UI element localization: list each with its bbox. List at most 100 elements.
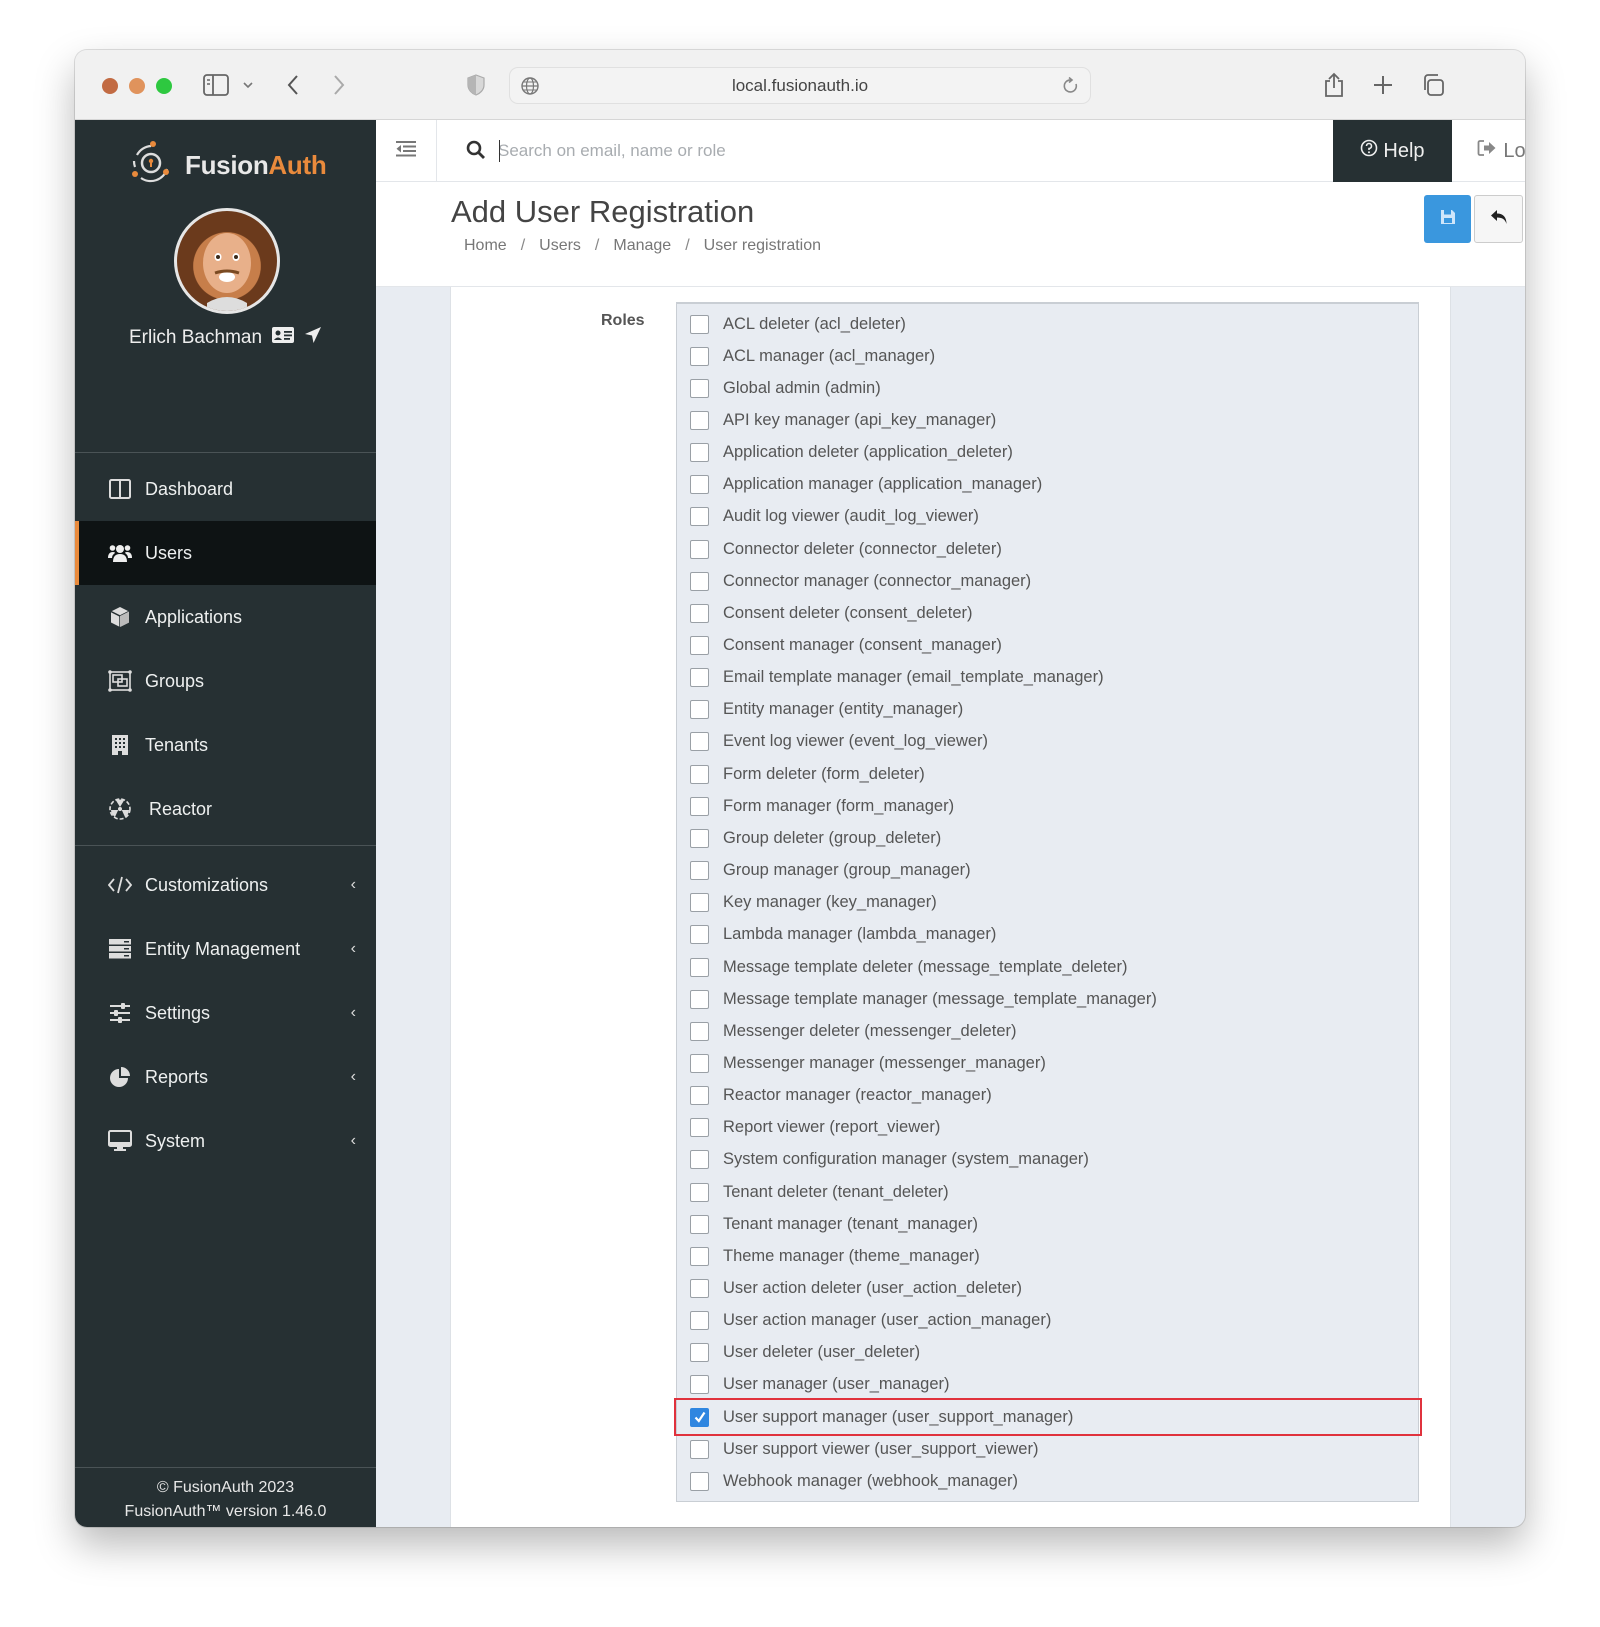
role-checkbox-row[interactable]: Global admin (admin) — [690, 373, 881, 403]
role-checkbox[interactable] — [690, 668, 709, 688]
role-checkbox[interactable] — [690, 507, 709, 527]
user-name[interactable]: Erlich Bachman — [129, 327, 262, 349]
role-checkbox[interactable] — [690, 700, 709, 720]
role-checkbox[interactable] — [690, 893, 709, 913]
role-checkbox[interactable] — [690, 443, 709, 463]
forward-arrow-icon[interactable] — [329, 68, 349, 102]
breadcrumb-users[interactable]: Users — [539, 237, 581, 255]
role-checkbox[interactable] — [690, 1118, 709, 1138]
menu-toggle-button[interactable] — [376, 120, 437, 182]
role-checkbox[interactable] — [690, 1311, 709, 1331]
sidebar-item-dashboard[interactable]: Dashboard — [75, 457, 376, 521]
role-checkbox-row[interactable]: Lambda manager (lambda_manager) — [690, 920, 996, 950]
role-checkbox-row[interactable]: Key manager (key_manager) — [690, 888, 937, 918]
role-checkbox[interactable] — [690, 1343, 709, 1363]
role-checkbox-row[interactable]: User deleter (user_deleter) — [690, 1338, 920, 1368]
role-checkbox-row[interactable]: User action manager (user_action_manager… — [690, 1306, 1051, 1336]
sidebar-item-system[interactable]: System ‹ — [75, 1109, 376, 1173]
back-button[interactable] — [1474, 195, 1523, 243]
role-checkbox-row[interactable]: Audit log viewer (audit_log_viewer) — [690, 502, 979, 532]
role-checkbox-row[interactable]: Webhook manager (webhook_manager) — [690, 1466, 1018, 1496]
role-checkbox[interactable] — [690, 314, 709, 334]
reload-icon[interactable] — [1062, 76, 1080, 101]
role-checkbox-row[interactable]: User support viewer (user_support_viewer… — [690, 1434, 1038, 1464]
save-button[interactable] — [1424, 195, 1471, 243]
role-checkbox-row[interactable]: Group deleter (group_deleter) — [690, 823, 941, 853]
role-checkbox[interactable] — [690, 732, 709, 752]
sidebar-item-reactor[interactable]: Reactor — [75, 777, 376, 841]
role-checkbox[interactable] — [690, 1053, 709, 1073]
privacy-shield-icon[interactable] — [466, 68, 486, 102]
close-window-button[interactable] — [102, 78, 118, 94]
role-checkbox[interactable] — [690, 1021, 709, 1041]
role-checkbox-row[interactable]: Group manager (group_manager) — [690, 856, 971, 886]
role-checkbox[interactable] — [690, 1086, 709, 1106]
role-checkbox[interactable] — [690, 1214, 709, 1234]
id-card-icon[interactable] — [272, 327, 295, 349]
minimize-window-button[interactable] — [129, 78, 145, 94]
role-checkbox-row[interactable]: Consent deleter (consent_deleter) — [690, 598, 972, 628]
logout-button[interactable]: Logout — [1452, 120, 1525, 182]
role-checkbox[interactable] — [690, 989, 709, 1009]
role-checkbox-row[interactable]: Tenant manager (tenant_manager) — [690, 1209, 978, 1239]
sidebar-toggle-icon[interactable] — [201, 68, 231, 102]
role-checkbox[interactable] — [690, 1150, 709, 1170]
sidebar-item-customizations[interactable]: Customizations ‹ — [75, 853, 376, 917]
role-checkbox-row[interactable]: Entity manager (entity_manager) — [690, 695, 963, 725]
role-checkbox-row[interactable]: Consent manager (consent_manager) — [690, 631, 1002, 661]
role-checkbox-row[interactable]: User manager (user_manager) — [690, 1370, 950, 1400]
role-checkbox-row[interactable]: Application deleter (application_deleter… — [690, 438, 1013, 468]
role-checkbox[interactable] — [690, 603, 709, 623]
role-checkbox-row[interactable]: Application manager (application_manager… — [690, 470, 1042, 500]
role-checkbox[interactable] — [690, 957, 709, 977]
role-checkbox-row[interactable]: Event log viewer (event_log_viewer) — [690, 727, 988, 757]
role-checkbox-row[interactable]: Report viewer (report_viewer) — [690, 1113, 940, 1143]
role-checkbox-row[interactable]: Message template manager (message_templa… — [690, 984, 1157, 1014]
role-checkbox[interactable] — [690, 1439, 709, 1459]
help-button[interactable]: Help — [1333, 120, 1452, 182]
role-checkbox[interactable] — [690, 346, 709, 366]
role-checkbox-row[interactable]: Connector deleter (connector_deleter) — [690, 534, 1002, 564]
sidebar-item-entity-management[interactable]: Entity Management ‹ — [75, 917, 376, 981]
role-checkbox[interactable] — [690, 796, 709, 816]
role-checkbox-row[interactable]: ACL deleter (acl_deleter) — [690, 309, 906, 339]
role-checkbox[interactable] — [690, 539, 709, 559]
role-checkbox[interactable] — [690, 1246, 709, 1266]
sidebar-item-reports[interactable]: Reports ‹ — [75, 1045, 376, 1109]
role-checkbox-row[interactable]: User support manager (user_support_manag… — [690, 1402, 1073, 1432]
fusionauth-logo[interactable]: FusionAuth — [127, 140, 327, 190]
role-checkbox-row[interactable]: Messenger deleter (messenger_deleter) — [690, 1016, 1016, 1046]
role-checkbox-row[interactable]: Connector manager (connector_manager) — [690, 566, 1031, 596]
sidebar-item-settings[interactable]: Settings ‹ — [75, 981, 376, 1045]
address-bar[interactable]: local.fusionauth.io — [509, 67, 1091, 104]
role-checkbox[interactable] — [690, 828, 709, 848]
role-checkbox[interactable] — [690, 861, 709, 881]
role-checkbox-row[interactable]: API key manager (api_key_manager) — [690, 405, 996, 435]
role-checkbox[interactable] — [690, 475, 709, 495]
role-checkbox-row[interactable]: Form deleter (form_deleter) — [690, 759, 925, 789]
role-checkbox-row[interactable]: Theme manager (theme_manager) — [690, 1241, 980, 1271]
role-checkbox-row[interactable]: Reactor manager (reactor_manager) — [690, 1081, 992, 1111]
location-arrow-icon[interactable] — [304, 326, 322, 350]
chevron-down-icon[interactable] — [239, 68, 257, 102]
role-checkbox-row[interactable]: Message template deleter (message_templa… — [690, 952, 1127, 982]
new-tab-icon[interactable] — [1371, 68, 1395, 102]
sidebar-item-groups[interactable]: Groups — [75, 649, 376, 713]
role-checkbox[interactable] — [690, 1182, 709, 1202]
role-checkbox[interactable] — [690, 1279, 709, 1298]
sidebar-item-applications[interactable]: Applications — [75, 585, 376, 649]
role-checkbox-row[interactable]: Tenant deleter (tenant_deleter) — [690, 1177, 949, 1207]
role-checkbox-row[interactable]: Email template manager (email_template_m… — [690, 663, 1104, 693]
sidebar-item-users[interactable]: Users — [75, 521, 376, 585]
role-checkbox-row[interactable]: Form manager (form_manager) — [690, 791, 954, 821]
role-checkbox[interactable] — [690, 1471, 709, 1491]
role-checkbox-row[interactable]: Messenger manager (messenger_manager) — [690, 1048, 1046, 1078]
breadcrumb-home[interactable]: Home — [464, 237, 507, 255]
search-input[interactable] — [498, 134, 1198, 168]
tab-overview-icon[interactable] — [1419, 68, 1447, 102]
breadcrumb-manage[interactable]: Manage — [613, 237, 671, 255]
role-checkbox-row[interactable]: System configuration manager (system_man… — [690, 1145, 1089, 1175]
role-checkbox[interactable] — [690, 764, 709, 784]
back-arrow-icon[interactable] — [283, 68, 303, 102]
role-checkbox[interactable] — [690, 1375, 709, 1395]
